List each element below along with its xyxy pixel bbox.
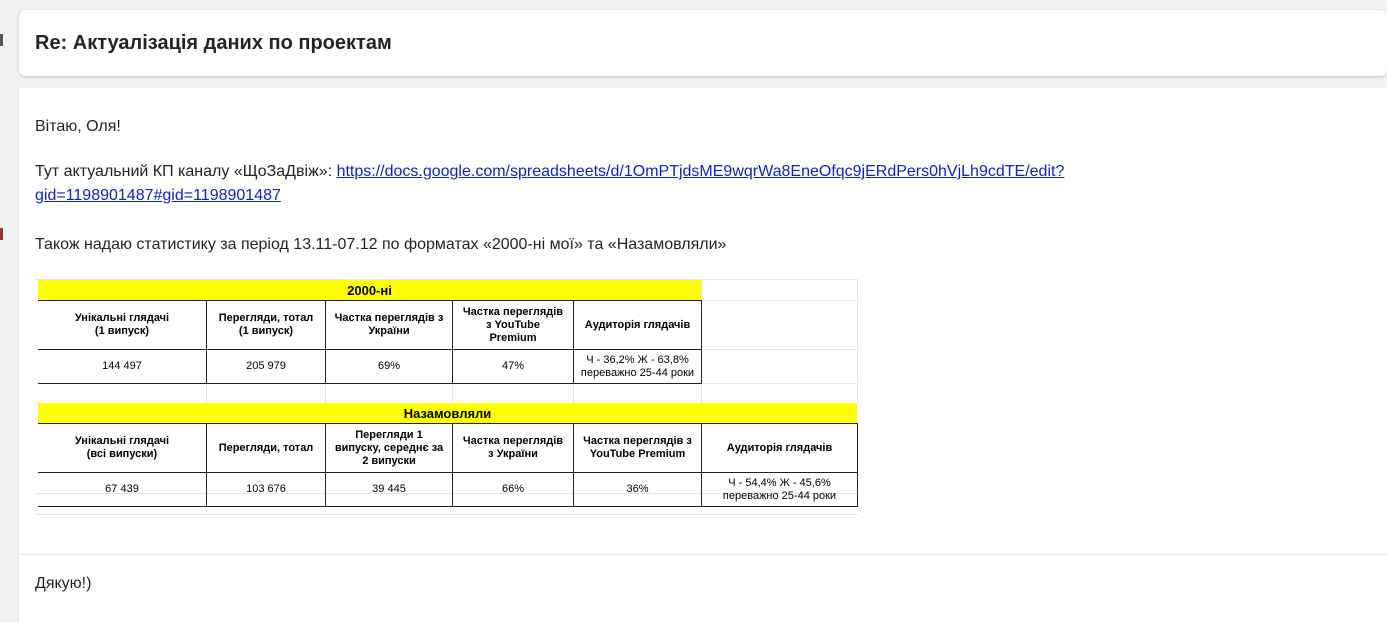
table1-header-premium-share: Частка переглядів з YouTube Premium xyxy=(462,305,564,344)
kp-text: Тут актуальний КП каналу «ЩоЗаДвіж»: xyxy=(35,163,337,180)
table1-value-views-total: 205 979 xyxy=(246,360,286,372)
table1-value-ukraine-share: 69% xyxy=(377,360,401,372)
table2-header-premium-share: Частка переглядів з YouTube Premium xyxy=(583,435,692,460)
table2-header-avg-views: Перегляди 1 випуску, середнє за 2 випуск… xyxy=(334,428,444,467)
table1-header-unique-viewers: Унікальні глядачі (1 випуск) xyxy=(74,312,170,337)
table2-header-unique-viewers: Унікальні глядачі (всі випуски) xyxy=(74,435,170,460)
table2-value-ukraine-share: 66% xyxy=(501,483,525,495)
edge-mark xyxy=(0,228,3,240)
table1-value-unique-viewers: 144 497 xyxy=(102,360,142,372)
table1-title: 2000-ні xyxy=(347,282,392,298)
table2-value-premium-share: 36% xyxy=(626,483,649,495)
table2-value-avg-views: 39 445 xyxy=(372,483,406,495)
table1-header-views-total: Перегляди, тотал (1 випуск) xyxy=(218,312,314,337)
table2-value-views-total: 103 676 xyxy=(246,483,286,495)
statistics-table-image: 2000-ні Унікальні глядачі (1 випуск) Пер… xyxy=(36,279,858,515)
stats-paragraph: Також надаю статистику за період 13.11-0… xyxy=(35,236,727,253)
window-edge xyxy=(0,0,6,622)
edge-mark xyxy=(0,34,3,46)
quote-divider xyxy=(19,554,1387,555)
spreadsheet-link-line2[interactable]: gid=1198901487#gid=1198901487 xyxy=(35,187,281,204)
table1-value-premium-share: 47% xyxy=(501,360,525,372)
spreadsheet-link-line1[interactable]: https://docs.google.com/spreadsheets/d/1… xyxy=(337,163,1065,180)
table1-header-audience: Аудиторія глядачів xyxy=(584,318,691,331)
table2-header-audience: Аудиторія глядачів xyxy=(726,441,833,454)
table2-title: Назамовляли xyxy=(403,405,492,421)
closing-text: Дякую!) xyxy=(35,575,92,592)
table2-value-unique-viewers: 67 439 xyxy=(105,483,139,495)
email-subject: Re: Актуалізація даних по проектам xyxy=(35,32,392,54)
greeting-text: Вітаю, Оля! xyxy=(35,118,121,135)
table2-value-audience: Ч - 54,4% Ж - 45,6% переважно 25-44 роки xyxy=(722,476,837,502)
subject-header: Re: Актуалізація даних по проектам xyxy=(19,10,1387,76)
message-body: Вітаю, Оля! Тут актуальний КП каналу «Що… xyxy=(19,88,1387,622)
kp-paragraph: Тут актуальний КП каналу «ЩоЗаДвіж»: htt… xyxy=(35,160,1064,208)
table1-header-ukraine-share: Частка переглядів з України xyxy=(334,312,444,337)
table2-header-views-total: Перегляди, тотал xyxy=(218,441,314,454)
table1-value-audience: Ч - 36,2% Ж - 63,8% переважно 25-44 роки xyxy=(580,353,695,379)
table2-header-ukraine-share: Частка переглядів з України xyxy=(462,435,564,460)
